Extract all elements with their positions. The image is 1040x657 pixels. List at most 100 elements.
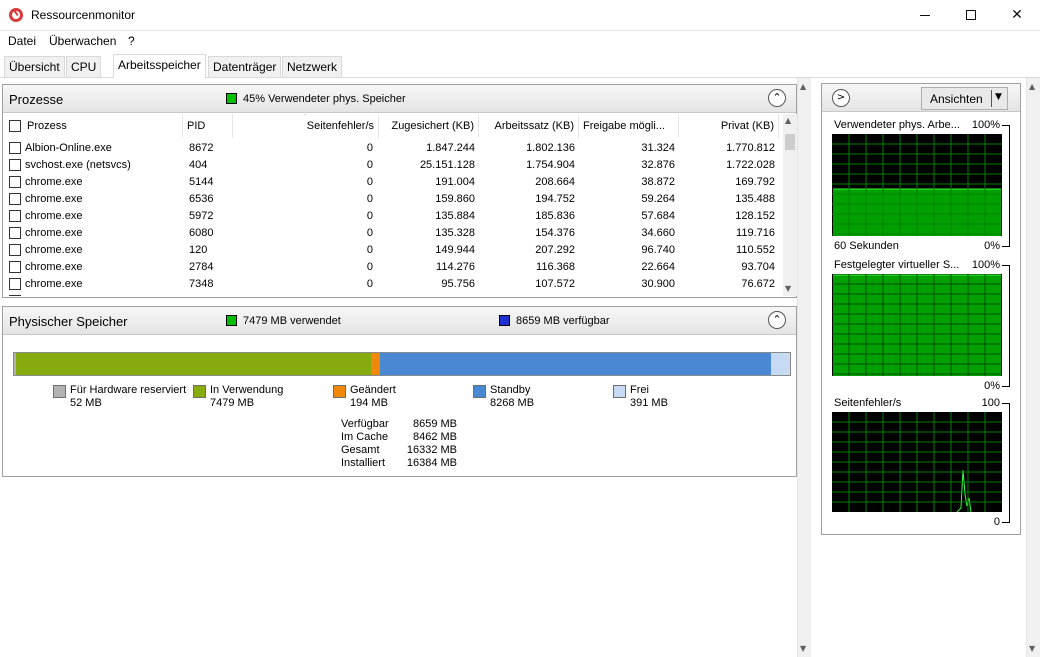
col-private[interactable]: Privat (KB)	[679, 114, 779, 138]
row-checkbox[interactable]	[9, 278, 21, 290]
row-checkbox[interactable]	[9, 210, 21, 222]
dropdown-arrow-icon[interactable]: ▼	[995, 92, 1002, 102]
row-checkbox[interactable]	[9, 244, 21, 256]
col-process[interactable]: Prozess	[23, 114, 183, 138]
row-pid: 912	[189, 295, 229, 296]
tab-overview[interactable]: Übersicht	[4, 56, 65, 77]
summary-label: Installiert	[341, 457, 386, 469]
row-process-name: chrome.exe	[25, 295, 181, 296]
sort-ascending-icon: ˄	[303, 114, 307, 121]
main-scrollbar[interactable]: ▲ ▼	[797, 78, 811, 657]
tab-cpu[interactable]: CPU	[66, 56, 102, 77]
table-row[interactable]: chrome.exe 6536 0 159.860 194.752 59.264 135.4…	[3, 191, 783, 208]
legend-label: Geändert	[350, 384, 396, 396]
collapse-processes-button[interactable]: ⌃	[768, 89, 786, 107]
row-checkbox[interactable]	[9, 261, 21, 273]
row-private: 1.770.812	[726, 142, 775, 154]
row-checkbox[interactable]	[9, 176, 21, 188]
collapse-physical-button[interactable]: ⌃	[768, 311, 786, 329]
row-pid: 6080	[189, 227, 214, 239]
memory-bar-segment	[370, 353, 380, 375]
row-checkbox[interactable]	[9, 142, 21, 154]
row-page-faults: 0	[235, 295, 373, 296]
table-row[interactable]: chrome.exe 5972 0 135.884 185.836 57.684 128.1…	[3, 208, 783, 225]
graph-scale-bracket	[1002, 125, 1010, 247]
row-process-name: chrome.exe	[25, 193, 83, 205]
process-table-scrollbar[interactable]: ▲ ▼	[783, 114, 797, 296]
row-working-set: 194.752	[535, 193, 575, 205]
table-row[interactable]: svchost.exe (netsvcs) 404 0 25.151.128 1.754…	[3, 157, 783, 174]
row-checkbox[interactable]	[9, 227, 21, 239]
expand-arrow-icon[interactable]: >	[832, 89, 850, 107]
table-scroll-thumb[interactable]	[785, 134, 795, 150]
scroll-up-icon[interactable]: ▲	[800, 82, 806, 91]
physical-memory-title: Physischer Speicher	[9, 314, 128, 329]
col-pid[interactable]: PID	[183, 114, 233, 138]
legend-value: 8268 MB	[490, 397, 535, 409]
table-row[interactable]: chrome.exe 912 0 79.376 84.388 25.548 58.748	[3, 293, 783, 296]
legend-label: In Verwendung	[210, 384, 284, 396]
row-checkbox[interactable]	[9, 159, 21, 171]
table-row[interactable]: Albion-Online.exe 8672 0 1.847.244 1.802.136…	[3, 140, 783, 157]
table-row[interactable]: chrome.exe 120 0 149.944 207.292 96.740 110.55…	[3, 242, 783, 259]
select-all-checkbox[interactable]	[9, 120, 21, 132]
table-row[interactable]: chrome.exe 7348 0 95.756 107.572 30.900 76.672	[3, 276, 783, 293]
row-checkbox[interactable]	[9, 295, 21, 296]
row-page-faults: 0	[366, 142, 373, 154]
menu-monitor[interactable]: Überwachen	[49, 34, 116, 48]
maximize-button[interactable]	[948, 0, 994, 31]
row-process-name: chrome.exe	[25, 261, 83, 273]
available-indicator-icon	[499, 315, 510, 326]
summary-value: 8659 MB	[412, 418, 457, 430]
row-page-faults: 0	[366, 261, 373, 273]
row-private: 76.672	[741, 278, 775, 290]
col-shareable[interactable]: Freigabe mögli...	[579, 114, 679, 138]
row-shareable: 57.684	[641, 210, 675, 222]
summary-value: 16332 MB	[406, 444, 457, 456]
table-row[interactable]: chrome.exe 6080 0 135.328 154.376 34.660 119.7…	[3, 225, 783, 242]
row-private: 169.792	[735, 176, 775, 188]
col-working-set[interactable]: Arbeitssatz (KB)	[479, 114, 579, 138]
memory-summary-row: Im Cache 8462 MB	[341, 431, 461, 444]
row-process-name: chrome.exe	[25, 176, 83, 188]
row-private: 1.722.028	[726, 159, 775, 171]
row-shareable: 22.664	[641, 261, 675, 273]
maximize-icon	[966, 10, 976, 20]
row-private: 135.488	[735, 193, 775, 205]
menu-help[interactable]: ?	[128, 34, 135, 48]
minimize-button[interactable]	[902, 0, 948, 31]
row-shareable: 34.660	[641, 227, 675, 239]
row-shareable: 59.264	[641, 193, 675, 205]
menu-file[interactable]: Datei	[8, 34, 36, 48]
physical-memory-header[interactable]: Physischer Speicher 7479 MB verwendet 86…	[3, 307, 796, 335]
row-checkbox[interactable]	[9, 193, 21, 205]
tab-disk[interactable]: Datenträger	[208, 56, 282, 77]
title-bar: Ressourcenmonitor ✕	[0, 0, 1040, 31]
side-scroll-up-icon[interactable]: ▲	[1029, 82, 1035, 91]
graph-canvas	[832, 412, 1002, 512]
col-commit[interactable]: Zugesichert (KB)	[379, 114, 479, 138]
row-process-name: chrome.exe	[25, 278, 83, 290]
window-title: Ressourcenmonitor	[31, 8, 136, 22]
summary-label: Verfügbar	[341, 418, 389, 430]
table-row[interactable]: chrome.exe 2784 0 114.276 116.368 22.664 93.70…	[3, 259, 783, 276]
table-scroll-down-icon[interactable]: ▼	[785, 284, 791, 293]
summary-value: 16384 MB	[406, 457, 457, 469]
graph-time-label: 60 Sekunden	[834, 240, 899, 252]
table-scroll-up-icon[interactable]: ▲	[785, 116, 791, 125]
views-dropdown[interactable]: Ansichten ▼	[921, 87, 1008, 110]
tab-memory[interactable]: Arbeitsspeicher	[113, 54, 206, 78]
side-scrollbar[interactable]: ▲ ▼	[1026, 78, 1040, 657]
graph-title: Festgelegter virtueller S...	[834, 259, 960, 271]
row-private: 93.704	[741, 261, 775, 273]
graph-min-label: 0%	[984, 240, 1000, 252]
tab-network[interactable]: Netzwerk	[282, 56, 343, 77]
row-page-faults: 0	[366, 244, 373, 256]
row-shareable: 30.900	[641, 278, 675, 290]
side-scroll-down-icon[interactable]: ▼	[1029, 644, 1035, 653]
row-commit: 191.004	[435, 176, 475, 188]
scroll-down-icon[interactable]: ▼	[800, 644, 806, 653]
close-button[interactable]: ✕	[994, 0, 1040, 31]
processes-header[interactable]: Prozesse 45% Verwendeter phys. Speicher …	[3, 85, 796, 113]
table-row[interactable]: chrome.exe 5144 0 191.004 208.664 38.872 169.7…	[3, 174, 783, 191]
